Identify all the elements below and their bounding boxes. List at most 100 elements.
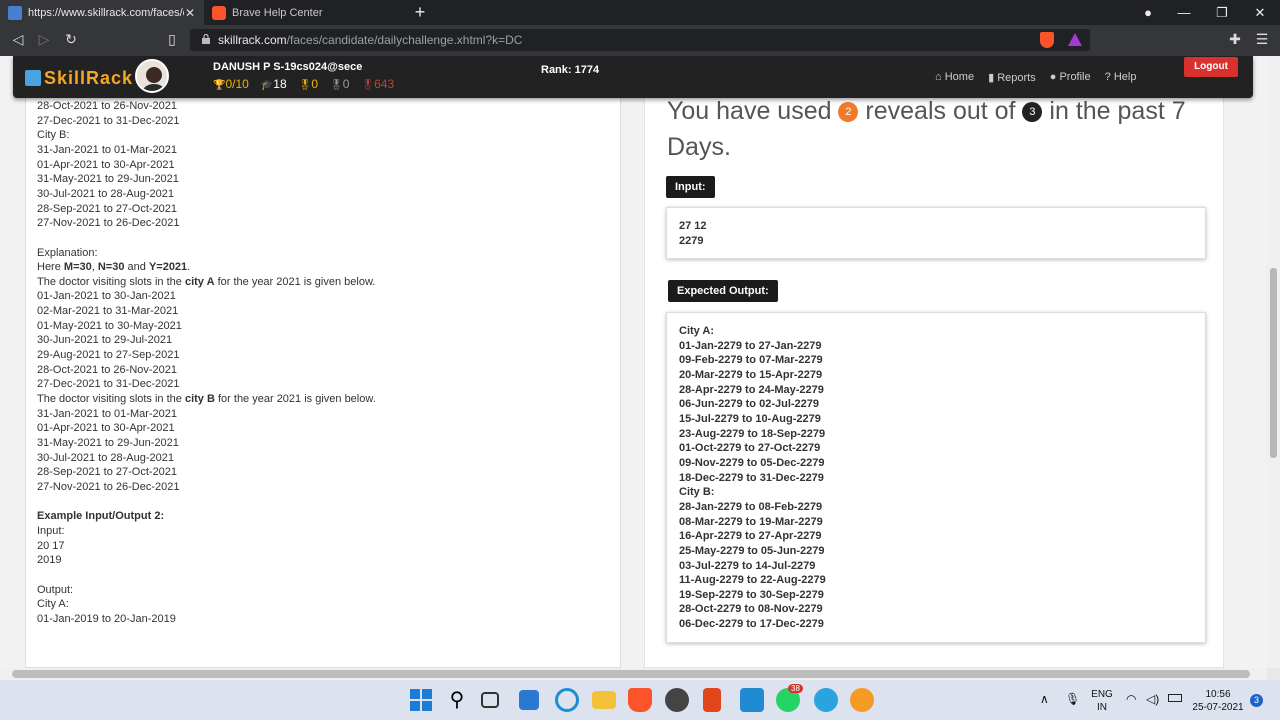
stat-value: 0 xyxy=(342,77,350,91)
forward-icon[interactable]: ▷ xyxy=(35,31,53,48)
user-stats: 🏆0/10 🎓18 🎖0 🎖0 🎖643 xyxy=(213,77,394,91)
site-header: SkillRack DANUSH P S-19cs024@sece 🏆0/10 🎓… xyxy=(13,56,1253,98)
menu-icon[interactable]: ☰ xyxy=(1253,31,1271,48)
nav-reports[interactable]: ▮ Reports xyxy=(988,71,1036,84)
output-line: 23-Aug-2279 to 18-Sep-2279 xyxy=(679,427,826,440)
microphone-icon[interactable]: 🎙 xyxy=(1065,692,1080,706)
brave-rewards-icon[interactable] xyxy=(1068,33,1082,46)
close-icon[interactable]: ✕ xyxy=(184,6,196,20)
reload-icon[interactable]: ↻ xyxy=(62,31,80,48)
problem-gap xyxy=(37,231,376,246)
output-line: 09-Feb-2279 to 07-Mar-2279 xyxy=(679,354,823,367)
input-line: 2279 xyxy=(679,234,704,247)
problem-line: Here M=30, N=30 and Y=2021. xyxy=(37,261,191,274)
output-line: 15-Jul-2279 to 10-Aug-2279 xyxy=(679,412,821,425)
lang-label: ENG xyxy=(1091,689,1113,700)
expected-output-label: Expected Output: xyxy=(668,280,778,302)
problem-line: 28-Oct-2021 to 26-Nov-2021 xyxy=(37,99,178,112)
app2-icon[interactable] xyxy=(850,688,874,712)
skillrack-logo[interactable]: SkillRack xyxy=(25,68,133,89)
scrollbar-thumb[interactable] xyxy=(12,670,1250,678)
problem-line: 27-Dec-2021 to 31-Dec-2021 xyxy=(37,378,180,391)
clock[interactable]: 10:56 25-07-2021 xyxy=(1190,688,1246,714)
edge-icon[interactable] xyxy=(555,688,579,712)
browser-tab-bar: https://www.skillrack.com/faces/c ✕ Brav… xyxy=(0,0,1280,25)
file-explorer-icon[interactable] xyxy=(592,691,616,709)
avatar[interactable] xyxy=(135,59,169,93)
user-photo-icon xyxy=(137,61,167,91)
reveals-used-badge: 2 xyxy=(838,102,859,123)
app-icon[interactable] xyxy=(665,688,689,712)
header-nav: ⌂ Home ▮ Reports ● Profile ? Help xyxy=(935,71,1136,84)
office-icon[interactable] xyxy=(703,688,721,712)
widgets-icon[interactable] xyxy=(519,690,539,710)
brave-icon[interactable] xyxy=(628,688,652,712)
problem-gap xyxy=(37,495,376,510)
stat-value: 0/10 xyxy=(225,77,249,91)
problem-line: The doctor visiting slots in the city A … xyxy=(37,275,376,288)
nav-home[interactable]: ⌂ Home xyxy=(935,71,974,84)
user-icon: ● xyxy=(1049,71,1057,83)
wifi-icon[interactable]: ◠ xyxy=(1126,692,1136,706)
question-icon: ? xyxy=(1104,71,1111,83)
tab-skillrack[interactable]: https://www.skillrack.com/faces/c ✕ xyxy=(0,0,204,25)
vscode-icon[interactable] xyxy=(740,688,764,712)
language-indicator[interactable]: ENG IN xyxy=(1090,688,1114,714)
stat-value: 643 xyxy=(374,77,395,91)
problem-line: 30-Jul-2021 to 28-Aug-2021 xyxy=(37,451,174,464)
nav-help[interactable]: ? Help xyxy=(1105,71,1137,84)
tab-brave-help[interactable]: Brave Help Center xyxy=(204,0,404,25)
battery-icon[interactable] xyxy=(1168,694,1182,702)
user-name: DANUSH P S-19cs024@sece xyxy=(213,61,363,73)
scrollbar-thumb[interactable] xyxy=(1270,268,1277,458)
url-field[interactable]: skillrack.com/faces/candidate/dailychall… xyxy=(190,29,1090,51)
problem-line: 01-Jan-2019 to 20-Jan-2019 xyxy=(37,612,176,625)
horizontal-scrollbar[interactable] xyxy=(0,668,1267,680)
chevron-up-icon[interactable]: ∧ xyxy=(1040,692,1049,706)
output-line: 28-Oct-2279 to 08-Nov-2279 xyxy=(679,603,823,616)
problem-line: 31-Jan-2021 to 01-Mar-2021 xyxy=(37,143,178,156)
brave-menu-icon[interactable]: ● xyxy=(1130,0,1166,25)
problem-line: 01-Apr-2021 to 30-Apr-2021 xyxy=(37,158,175,171)
skillrack-logo-icon xyxy=(25,70,41,86)
stat-gold-medal: 🎖0 xyxy=(299,77,318,91)
close-window-icon[interactable]: ✕ xyxy=(1242,0,1278,25)
maximize-icon[interactable]: ❐ xyxy=(1204,0,1240,25)
extensions-icon[interactable]: ✚ xyxy=(1226,31,1244,48)
output-line: 01-Jan-2279 to 27-Jan-2279 xyxy=(679,339,822,352)
output-line: 09-Nov-2279 to 05-Dec-2279 xyxy=(679,456,825,469)
start-icon[interactable] xyxy=(409,688,433,712)
telegram-icon[interactable] xyxy=(814,688,838,712)
problem-line: 27-Dec-2021 to 31-Dec-2021 xyxy=(37,114,180,127)
input-box: 27 12 2279 xyxy=(666,207,1206,259)
whatsapp-icon[interactable]: 38 xyxy=(776,684,803,712)
rank-label: Rank: 1774 xyxy=(541,64,600,76)
volume-icon[interactable]: ◁) xyxy=(1146,692,1159,706)
problem-line: Example Input/Output 2: xyxy=(37,510,165,523)
vertical-scrollbar[interactable] xyxy=(1267,56,1280,668)
new-tab-button[interactable]: + xyxy=(410,2,430,23)
stat-graduation-cap: 🎓18 xyxy=(261,77,287,91)
input-line: 27 12 xyxy=(679,220,707,232)
minimize-icon[interactable]: — xyxy=(1166,0,1202,25)
task-view-icon[interactable] xyxy=(481,692,499,708)
logout-button[interactable]: Logout xyxy=(1184,57,1238,77)
nav-profile[interactable]: ● Profile xyxy=(1050,71,1091,84)
whatsapp-badge: 38 xyxy=(788,684,803,693)
back-icon[interactable]: ◁ xyxy=(9,31,27,48)
notification-badge[interactable]: 3 xyxy=(1250,694,1263,707)
problem-line: 28-Sep-2021 to 27-Oct-2021 xyxy=(37,466,178,479)
bookmark-icon[interactable]: ▯ xyxy=(163,31,181,48)
output-line: City B: xyxy=(679,486,715,499)
output-line: 19-Sep-2279 to 30-Sep-2279 xyxy=(679,588,824,601)
search-icon[interactable]: ⚲ xyxy=(445,688,469,712)
problem-line: Output: xyxy=(37,583,74,596)
stat-trophy: 🏆0/10 xyxy=(213,77,249,91)
problem-line: 29-Aug-2021 to 27-Sep-2021 xyxy=(37,349,180,362)
problem-line: 2019 xyxy=(37,554,62,567)
problem-line: 01-May-2021 to 30-May-2021 xyxy=(37,319,182,332)
problem-line: 30-Jul-2021 to 28-Aug-2021 xyxy=(37,187,174,200)
output-line: 25-May-2279 to 05-Jun-2279 xyxy=(679,544,825,557)
brave-shields-icon[interactable] xyxy=(1040,32,1054,48)
output-line: 16-Apr-2279 to 27-Apr-2279 xyxy=(679,530,822,543)
